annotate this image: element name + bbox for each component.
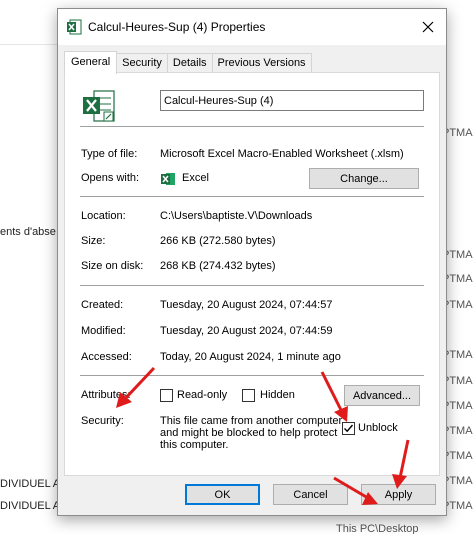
separator [80,285,424,286]
modified-value: Tuesday, 20 August 2024, 07:44:59 [160,325,333,337]
hidden-checkbox[interactable] [242,389,255,402]
type-of-file-value: Microsoft Excel Macro-Enabled Worksheet … [160,148,404,160]
excel-file-icon [67,19,82,35]
security-message: This file came from another computer and… [160,415,343,451]
separator [80,196,424,197]
background-divider [0,44,60,45]
created-label: Created: [81,299,124,311]
separator [80,375,424,376]
location-value: C:\Users\baptiste.V\Downloads [160,210,313,222]
background-text: DIVIDUEL A [0,500,61,512]
created-value: Tuesday, 20 August 2024, 07:44:57 [160,299,333,311]
cancel-button[interactable]: Cancel [273,484,348,505]
hidden-label: Hidden [260,389,295,401]
tab-security[interactable]: Security [116,53,168,73]
dialog-title: Calcul-Heures-Sup (4) Properties [88,20,266,34]
excel-app-icon [161,173,175,185]
properties-dialog: Calcul-Heures-Sup (4) Properties General… [57,8,447,516]
background-text: DIVIDUEL A [0,478,61,490]
ok-button[interactable]: OK [185,484,260,505]
opens-with-value: Excel [182,172,209,184]
size-label: Size: [81,235,106,247]
separator [80,126,424,127]
accessed-label: Accessed: [81,351,132,363]
title-bar: Calcul-Heures-Sup (4) Properties [58,9,446,45]
modified-label: Modified: [81,325,126,337]
opens-with-label: Opens with: [81,172,140,184]
tab-details[interactable]: Details [166,53,213,73]
advanced-button[interactable]: Advanced... [344,385,420,406]
general-panel: Type of file: Microsoft Excel Macro-Enab… [64,72,440,476]
tab-previous-versions[interactable]: Previous Versions [211,53,312,73]
accessed-value: Today, 20 August 2024, 1 minute ago [160,351,341,363]
size-on-disk-value: 268 KB (274.432 bytes) [160,260,276,272]
excel-file-icon [83,90,115,122]
read-only-label: Read-only [177,389,228,401]
background-text: ents d'abse [0,226,56,238]
tab-strip: General Security Details Previous Versio… [64,51,312,74]
type-of-file-label: Type of file: [81,148,138,160]
close-icon [422,21,434,33]
security-label: Security: [81,415,124,427]
check-icon [344,424,354,433]
file-name-input[interactable] [160,90,424,111]
close-button[interactable] [418,17,438,37]
tab-general[interactable]: General [64,51,118,74]
location-label: Location: [81,210,126,222]
apply-button[interactable]: Apply [361,484,436,505]
unblock-checkbox[interactable] [342,422,355,435]
unblock-label: Unblock [358,422,398,434]
attributes-label: Attributes: [81,389,131,401]
change-button[interactable]: Change... [309,168,419,189]
read-only-checkbox[interactable] [160,389,173,402]
size-on-disk-label: Size on disk: [81,260,144,272]
size-value: 266 KB (272.580 bytes) [160,235,276,247]
background-path-text: This PC\Desktop [336,523,419,534]
